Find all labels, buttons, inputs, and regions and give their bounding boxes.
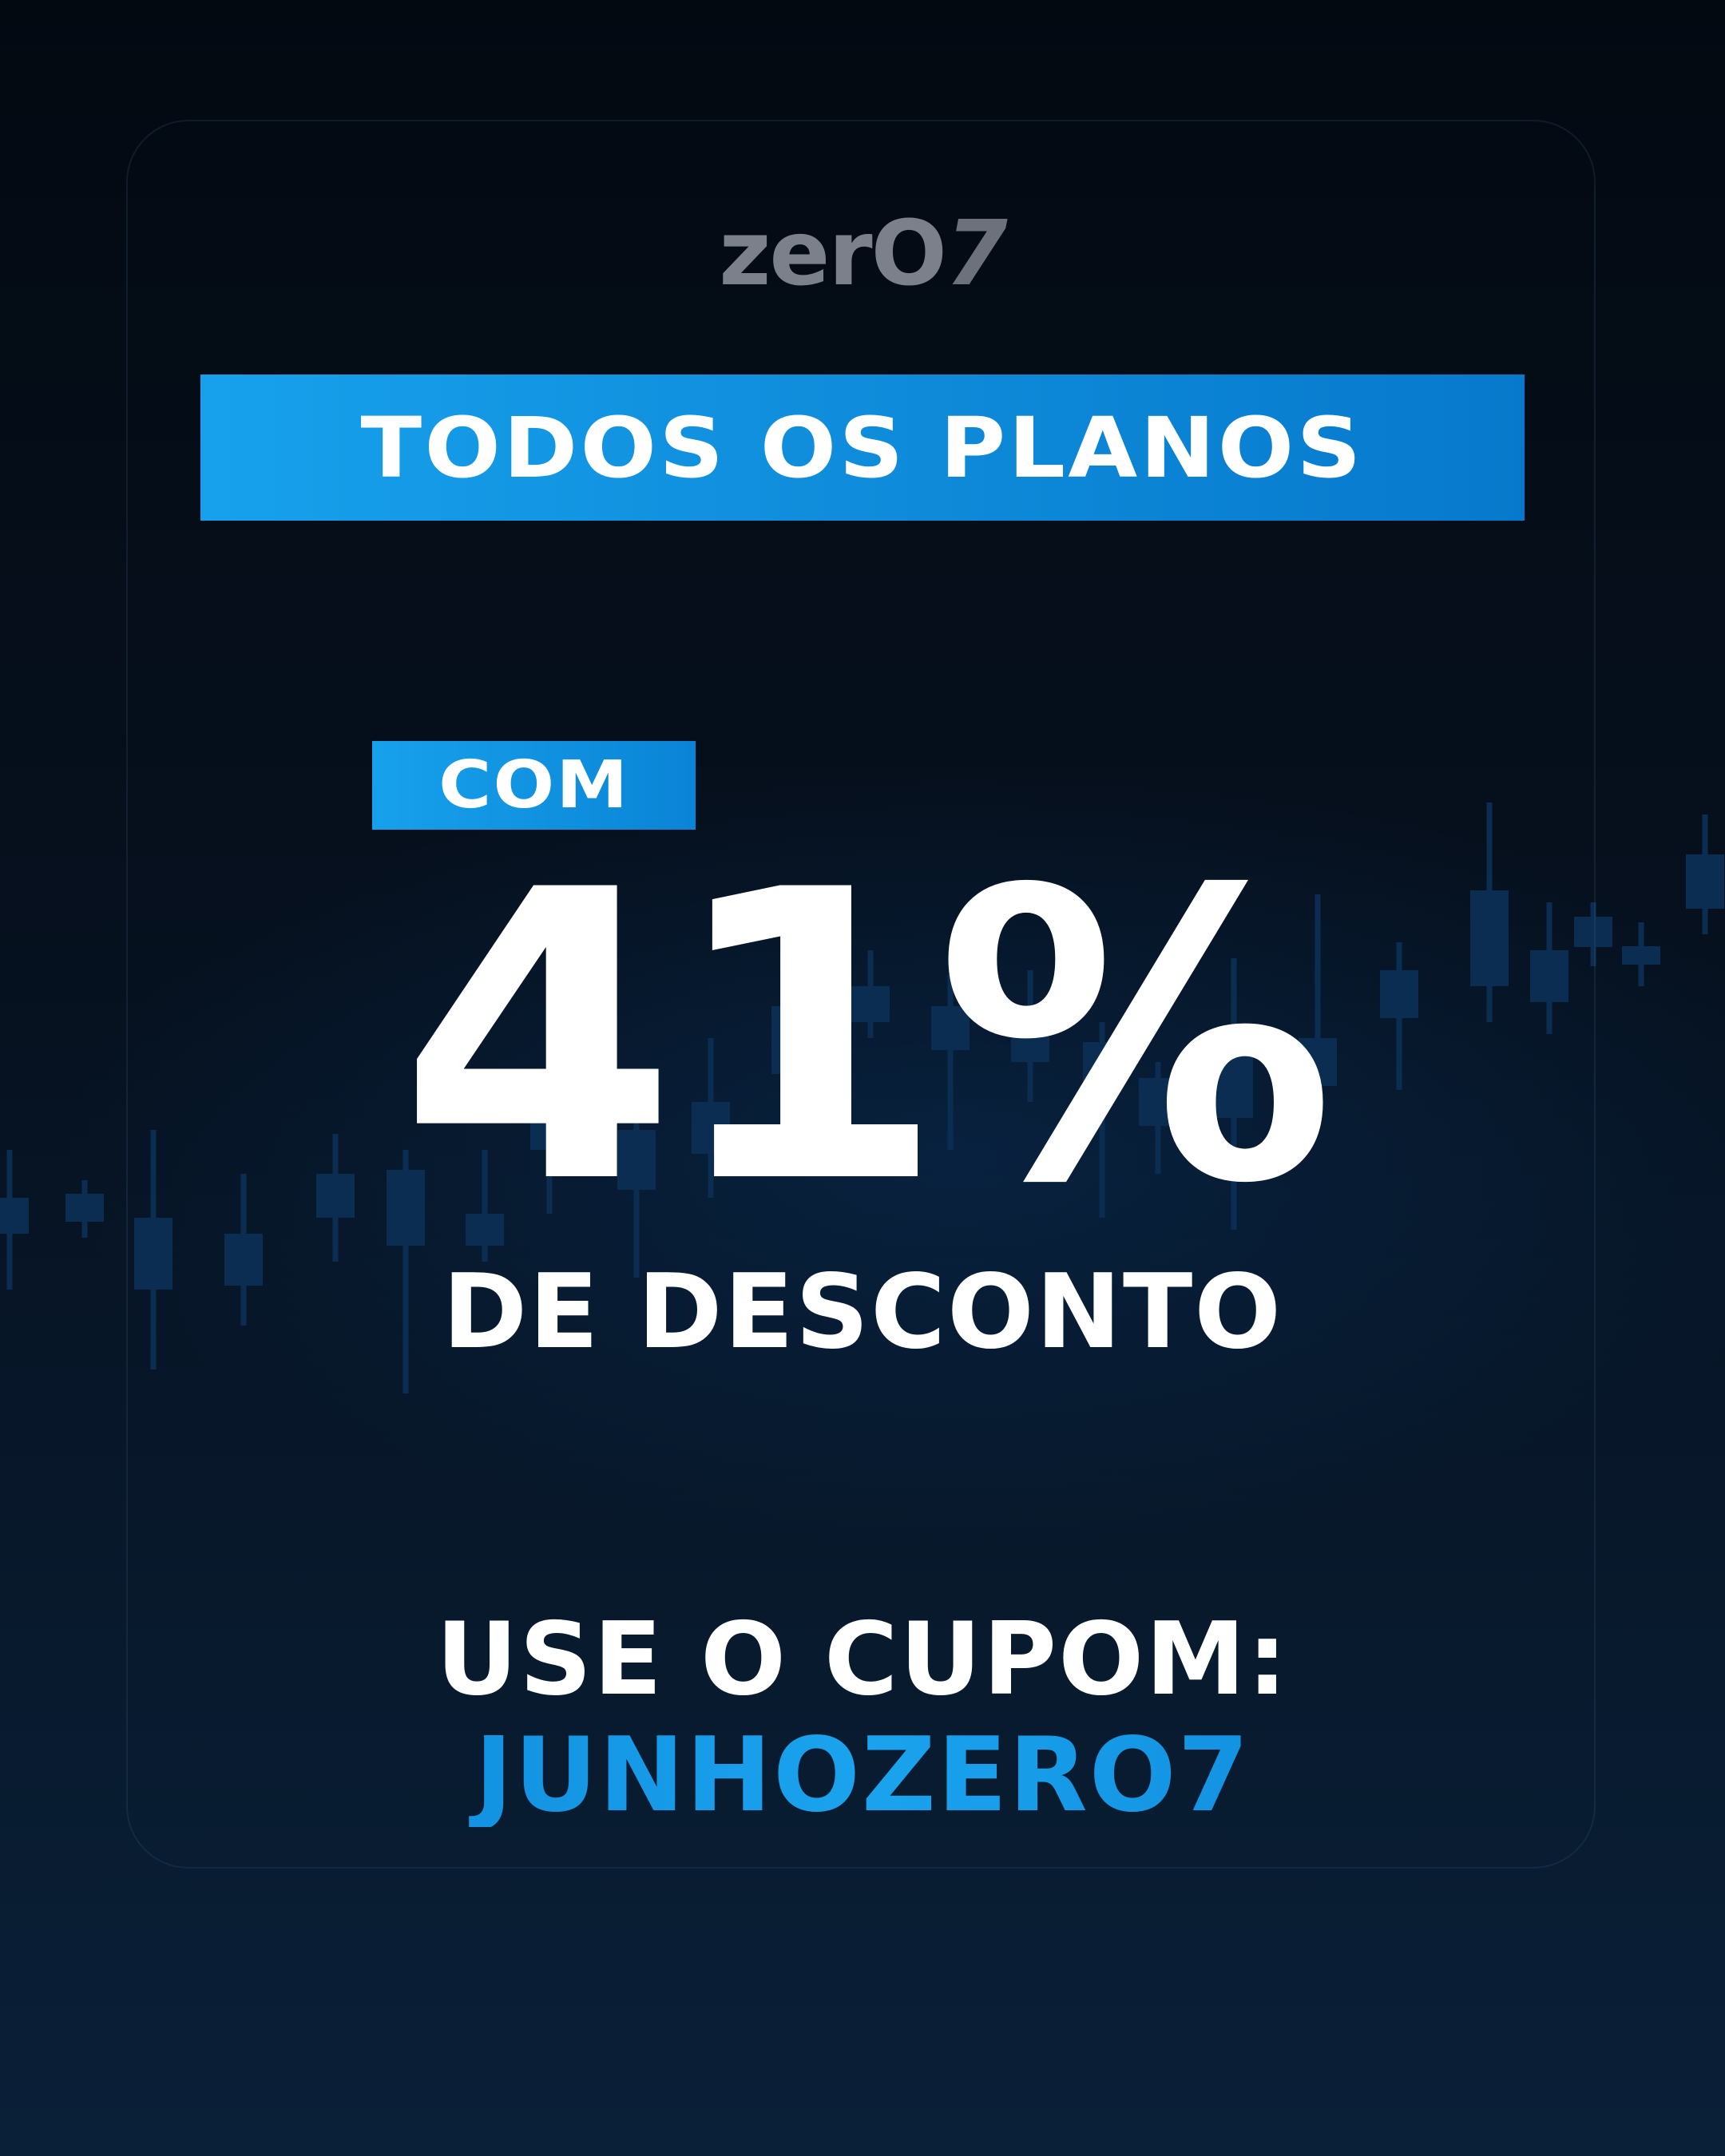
banner-label: TODOS OS PLANOS bbox=[360, 398, 1365, 497]
discount-percent: 41% bbox=[399, 806, 1336, 1270]
coupon-code: JUNHOZERO7 bbox=[0, 1725, 1725, 1827]
discount-label: DE DESCONTO bbox=[442, 1253, 1283, 1372]
logo-seven: 7 bbox=[945, 202, 1008, 306]
plans-banner: TODOS OS PLANOS bbox=[200, 375, 1525, 521]
logo-text: zerO bbox=[719, 202, 947, 306]
coupon-label: USE O CUPOM: bbox=[436, 1600, 1289, 1718]
brand-logo: zerO7 bbox=[0, 209, 1725, 299]
